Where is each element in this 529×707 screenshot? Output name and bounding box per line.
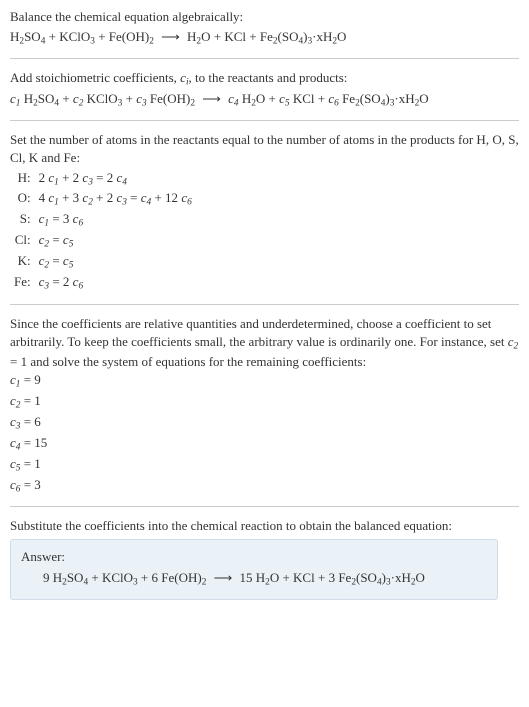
- coef-row: c2 = 1: [10, 392, 519, 412]
- table-row: H: 2 c1 + 2 c3 = 2 c4: [10, 169, 196, 190]
- divider: [10, 120, 519, 121]
- table-row: S: c1 = 3 c6: [10, 210, 196, 231]
- table-row: Fe: c3 = 2 c6: [10, 273, 196, 294]
- species-fe2so43: Fe2(SO4)3·xH2O: [260, 29, 347, 44]
- underdet-section: Since the coefficients are relative quan…: [10, 315, 519, 496]
- divider: [10, 58, 519, 59]
- coef-row: c6 = 3: [10, 476, 519, 496]
- answer-label: Answer:: [21, 548, 487, 566]
- answer-box: Answer: 9 H2SO4 + KClO3 + 6 Fe(OH)2 ⟶ 15…: [10, 539, 498, 601]
- atom-eq: c2 = c5: [35, 252, 196, 273]
- species-kcl: KCl: [224, 29, 246, 44]
- arrow-icon: ⟶: [157, 28, 184, 46]
- atom-eq: c3 = 2 c6: [35, 273, 196, 294]
- element-label: K:: [10, 252, 35, 273]
- atom-eq: c1 = 3 c6: [35, 210, 196, 231]
- coef-row: c3 = 6: [10, 413, 519, 433]
- divider: [10, 304, 519, 305]
- coef-row: c1 = 9: [10, 371, 519, 391]
- unbalanced-equation: H2SO4 + KClO3 + Fe(OH)2 ⟶ H2O + KCl + Fe…: [10, 28, 519, 48]
- arrow-icon: ⟶: [198, 90, 225, 108]
- coef-row: c5 = 1: [10, 455, 519, 475]
- intro-section: Balance the chemical equation algebraica…: [10, 8, 519, 48]
- coef-row: c4 = 15: [10, 434, 519, 454]
- balanced-equation: 9 H2SO4 + KClO3 + 6 Fe(OH)2 ⟶ 15 H2O + K…: [21, 569, 487, 589]
- table-row: Cl: c2 = c5: [10, 231, 196, 252]
- species-feoh2: Fe(OH)2: [109, 29, 154, 44]
- atom-eq: 4 c1 + 3 c2 + 2 c3 = c4 + 12 c6: [35, 189, 196, 210]
- element-label: Cl:: [10, 231, 35, 252]
- subst-text: Substitute the coefficients into the che…: [10, 517, 519, 535]
- element-label: O:: [10, 189, 35, 210]
- species-h2so4: H2SO4: [10, 29, 45, 44]
- atoms-section: Set the number of atoms in the reactants…: [10, 131, 519, 294]
- stoich-text: Add stoichiometric coefficients, ci, to …: [10, 69, 519, 89]
- atoms-table: H: 2 c1 + 2 c3 = 2 c4 O: 4 c1 + 3 c2 + 2…: [10, 169, 196, 295]
- intro-text: Balance the chemical equation algebraica…: [10, 8, 519, 26]
- element-label: Fe:: [10, 273, 35, 294]
- element-label: S:: [10, 210, 35, 231]
- subst-section: Substitute the coefficients into the che…: [10, 517, 519, 600]
- arrow-icon: ⟶: [210, 569, 237, 587]
- species-kclo3: KClO3: [59, 29, 95, 44]
- coef-list: c1 = 9 c2 = 1 c3 = 6 c4 = 15 c5 = 1 c6 =…: [10, 371, 519, 496]
- stoich-equation: c1 H2SO4 + c2 KClO3 + c3 Fe(OH)2 ⟶ c4 H2…: [10, 90, 519, 110]
- table-row: O: 4 c1 + 3 c2 + 2 c3 = c4 + 12 c6: [10, 189, 196, 210]
- species-h2o: H2O: [187, 29, 210, 44]
- atom-eq: c2 = c5: [35, 231, 196, 252]
- stoich-section: Add stoichiometric coefficients, ci, to …: [10, 69, 519, 111]
- atom-eq: 2 c1 + 2 c3 = 2 c4: [35, 169, 196, 190]
- element-label: H:: [10, 169, 35, 190]
- atoms-intro: Set the number of atoms in the reactants…: [10, 131, 519, 166]
- table-row: K: c2 = c5: [10, 252, 196, 273]
- underdet-text: Since the coefficients are relative quan…: [10, 315, 519, 370]
- divider: [10, 506, 519, 507]
